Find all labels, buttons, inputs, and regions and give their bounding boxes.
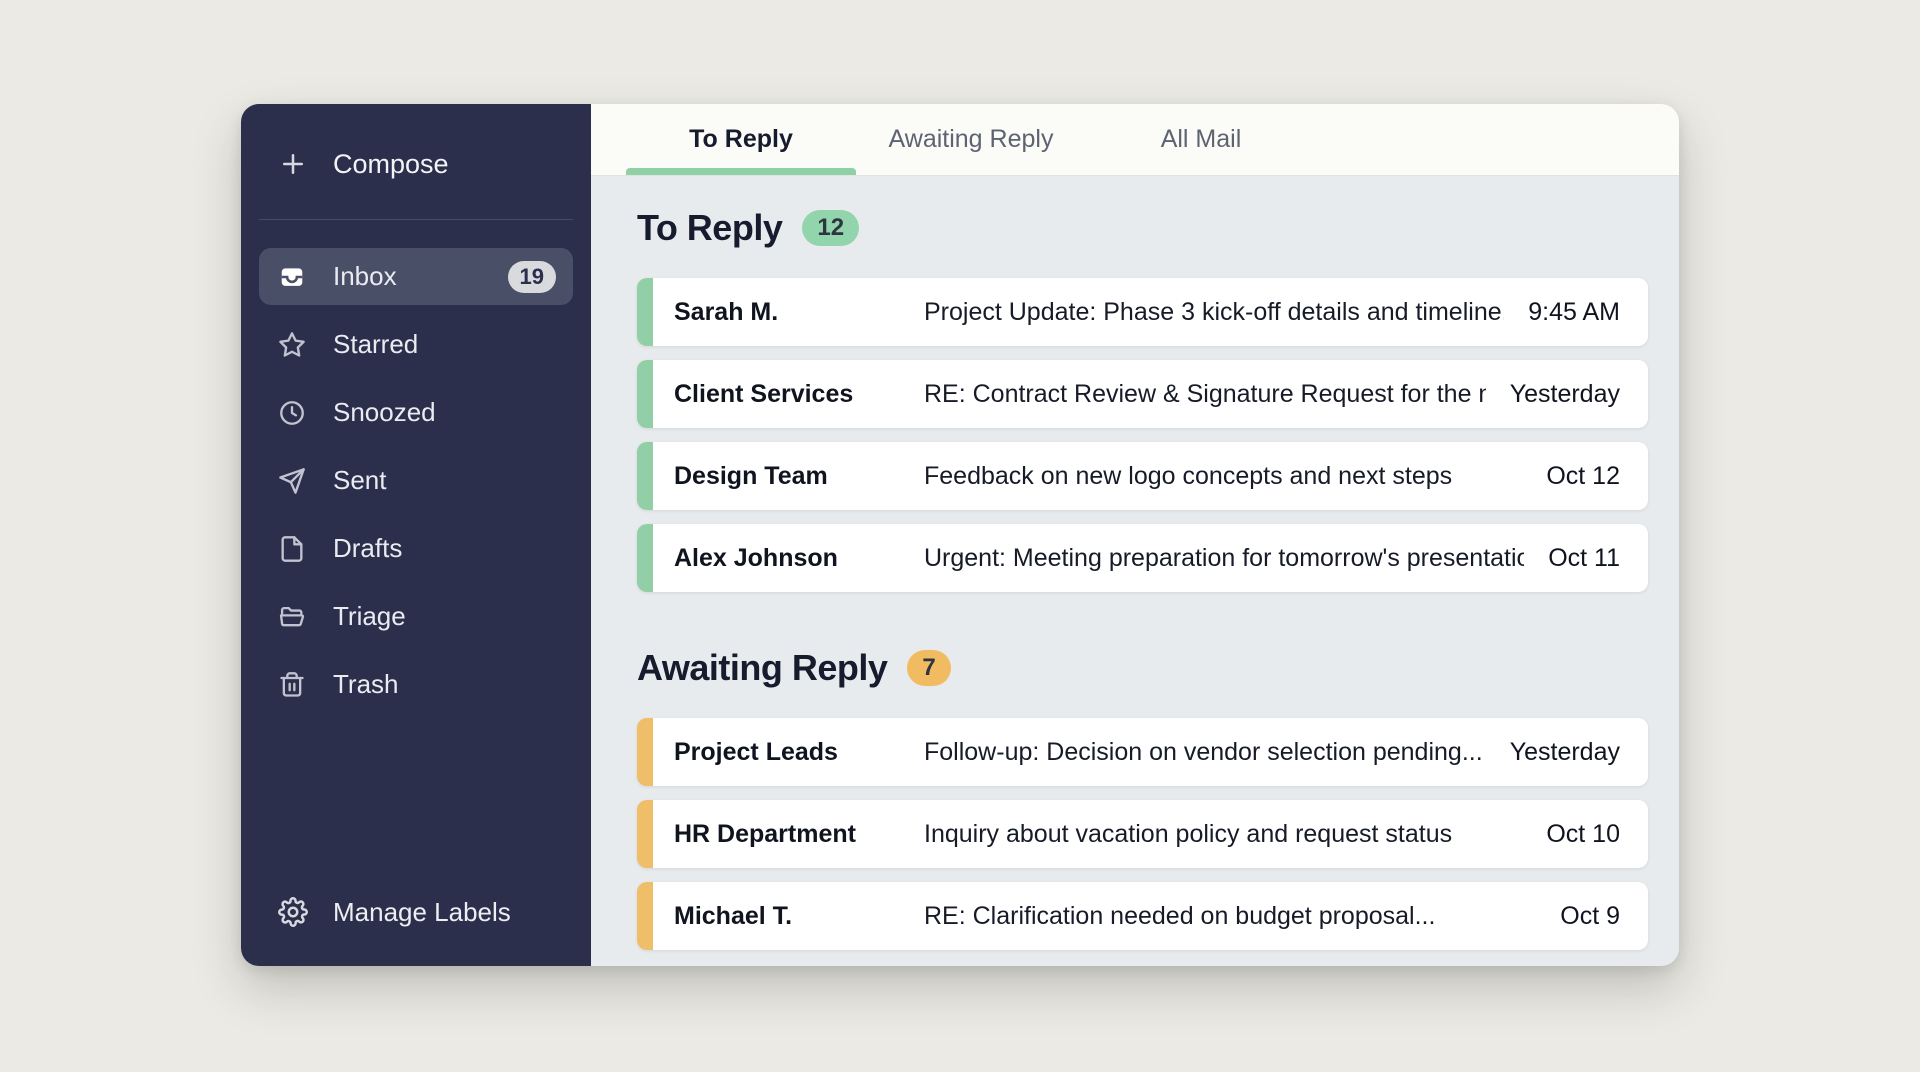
email-row[interactable]: Michael T. RE: Clarification needed on b… bbox=[637, 882, 1648, 950]
email-sender: Sarah M. bbox=[674, 298, 924, 327]
section-count-badge: 7 bbox=[907, 650, 950, 686]
email-time: Oct 10 bbox=[1522, 820, 1620, 849]
email-subject: RE: Contract Review & Signature Request … bbox=[924, 380, 1486, 409]
sidebar-divider bbox=[259, 219, 573, 220]
sidebar-item-label: Inbox bbox=[333, 261, 397, 292]
plus-icon bbox=[278, 149, 308, 179]
email-subject: RE: Clarification needed on budget propo… bbox=[924, 902, 1536, 931]
inbox-count-badge: 19 bbox=[508, 261, 556, 293]
email-sender: Design Team bbox=[674, 462, 924, 491]
email-row[interactable]: Sarah M. Project Update: Phase 3 kick-of… bbox=[637, 278, 1648, 346]
email-time: Oct 12 bbox=[1522, 462, 1620, 491]
sidebar: Compose Inbox 19 Starred bbox=[241, 104, 591, 966]
compose-button[interactable]: Compose bbox=[241, 142, 591, 186]
email-sender: HR Department bbox=[674, 820, 924, 849]
section-header-to-reply: To Reply 12 bbox=[637, 202, 1648, 254]
tab-to-reply[interactable]: To Reply bbox=[626, 104, 856, 175]
email-subject: Project Update: Phase 3 kick-off details… bbox=[924, 298, 1504, 327]
email-time: Oct 11 bbox=[1524, 544, 1620, 573]
manage-labels-label: Manage Labels bbox=[333, 897, 511, 928]
email-time: Oct 9 bbox=[1536, 902, 1620, 931]
clock-icon bbox=[278, 399, 306, 427]
tab-bar: To Reply Awaiting Reply All Mail bbox=[591, 104, 1679, 176]
section-title: To Reply bbox=[637, 207, 782, 249]
compose-label: Compose bbox=[333, 149, 449, 180]
paper-plane-icon bbox=[278, 467, 306, 495]
email-subject: Feedback on new logo concepts and next s… bbox=[924, 462, 1522, 491]
to-reply-list: Sarah M. Project Update: Phase 3 kick-of… bbox=[637, 278, 1648, 592]
email-sender: Project Leads bbox=[674, 738, 924, 767]
sidebar-nav: Inbox 19 Starred Snoozed Sent bbox=[241, 248, 591, 724]
folder-open-icon bbox=[278, 603, 306, 631]
email-row[interactable]: Project Leads Follow-up: Decision on ven… bbox=[637, 718, 1648, 786]
star-icon bbox=[278, 331, 306, 359]
email-subject: Inquiry about vacation policy and reques… bbox=[924, 820, 1522, 849]
sidebar-item-label: Sent bbox=[333, 465, 387, 496]
email-row[interactable]: HR Department Inquiry about vacation pol… bbox=[637, 800, 1648, 868]
inbox-icon bbox=[278, 263, 306, 291]
section-header-awaiting-reply: Awaiting Reply 7 bbox=[637, 642, 1648, 694]
sidebar-item-snoozed[interactable]: Snoozed bbox=[259, 384, 573, 441]
email-sender: Michael T. bbox=[674, 902, 924, 931]
email-row[interactable]: Alex Johnson Urgent: Meeting preparation… bbox=[637, 524, 1648, 592]
tab-awaiting-reply[interactable]: Awaiting Reply bbox=[856, 104, 1086, 175]
email-sender: Alex Johnson bbox=[674, 544, 924, 573]
section-title: Awaiting Reply bbox=[637, 647, 887, 689]
awaiting-reply-list: Project Leads Follow-up: Decision on ven… bbox=[637, 718, 1648, 950]
sidebar-item-drafts[interactable]: Drafts bbox=[259, 520, 573, 577]
email-sender: Client Services bbox=[674, 380, 924, 409]
sidebar-item-label: Drafts bbox=[333, 533, 402, 564]
sidebar-item-label: Triage bbox=[333, 601, 406, 632]
main-panel: To Reply Awaiting Reply All Mail To Repl… bbox=[591, 104, 1679, 966]
sidebar-item-label: Snoozed bbox=[333, 397, 436, 428]
trash-icon bbox=[278, 671, 306, 699]
email-subject: Follow-up: Decision on vendor selection … bbox=[924, 738, 1486, 767]
section-count-badge: 12 bbox=[802, 210, 859, 246]
email-time: Yesterday bbox=[1486, 738, 1620, 767]
email-time: 9:45 AM bbox=[1504, 298, 1620, 327]
sidebar-item-sent[interactable]: Sent bbox=[259, 452, 573, 509]
sidebar-item-label: Starred bbox=[333, 329, 418, 360]
email-subject: Urgent: Meeting preparation for tomorrow… bbox=[924, 544, 1524, 573]
mail-app-window: Compose Inbox 19 Starred bbox=[241, 104, 1679, 966]
gear-icon bbox=[278, 897, 308, 927]
sidebar-item-triage[interactable]: Triage bbox=[259, 588, 573, 645]
email-row[interactable]: Client Services RE: Contract Review & Si… bbox=[637, 360, 1648, 428]
tab-all-mail[interactable]: All Mail bbox=[1086, 104, 1316, 175]
sidebar-item-trash[interactable]: Trash bbox=[259, 656, 573, 713]
sidebar-item-inbox[interactable]: Inbox 19 bbox=[259, 248, 573, 305]
email-row[interactable]: Design Team Feedback on new logo concept… bbox=[637, 442, 1648, 510]
manage-labels-button[interactable]: Manage Labels bbox=[241, 890, 591, 934]
email-time: Yesterday bbox=[1486, 380, 1620, 409]
file-icon bbox=[278, 535, 306, 563]
sidebar-item-label: Trash bbox=[333, 669, 399, 700]
email-content: To Reply 12 Sarah M. Project Update: Pha… bbox=[591, 176, 1679, 966]
sidebar-item-starred[interactable]: Starred bbox=[259, 316, 573, 373]
